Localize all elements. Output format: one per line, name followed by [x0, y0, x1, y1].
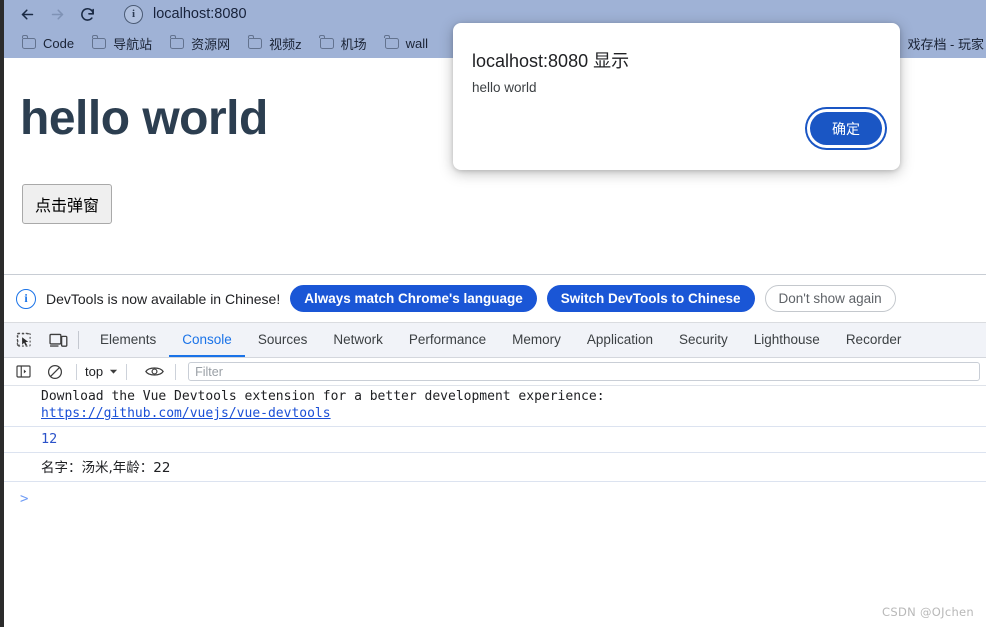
folder-icon [21, 34, 36, 49]
show-popup-button[interactable]: 点击弹窗 [22, 184, 113, 224]
dialog-message: hello world [472, 80, 537, 95]
device-toolbar-icon[interactable] [44, 327, 72, 353]
bookmark-item[interactable]: 机场 [312, 32, 377, 55]
bookmark-label: Code [43, 35, 75, 51]
toolbar-divider [126, 363, 128, 380]
tab-elements[interactable]: Elements [87, 323, 169, 357]
always-match-language-button[interactable]: Always match Chrome's language [290, 285, 537, 312]
switch-devtools-language-button[interactable]: Switch DevTools to Chinese [546, 285, 755, 312]
inspect-element-icon[interactable] [10, 327, 38, 353]
forward-icon[interactable] [42, 1, 72, 27]
folder-icon [384, 34, 399, 49]
console-message-row: 名字：汤米,年龄：22 i [4, 453, 986, 482]
site-info-icon[interactable]: i [124, 4, 143, 24]
bookmark-item-truncated[interactable]: 戏存档 - 玩家 [907, 28, 986, 58]
bookmark-item[interactable]: Code [14, 34, 84, 53]
console-message-row: 12 i [4, 427, 986, 453]
reload-icon[interactable] [72, 1, 102, 27]
watermark: CSDN @OJchen [882, 605, 974, 619]
bookmark-label: 视频z [269, 36, 302, 52]
bookmark-label: wall [405, 35, 429, 51]
tab-lighthouse[interactable]: Lighthouse [741, 323, 833, 357]
folder-icon [247, 34, 263, 49]
clear-console-icon[interactable] [42, 361, 68, 383]
toolbar-divider [175, 363, 177, 380]
tab-sources[interactable]: Sources [245, 323, 321, 357]
tab-console[interactable]: Console [169, 323, 245, 357]
dont-show-again-button[interactable]: Don't show again [764, 285, 896, 312]
devtools-panel: i DevTools is now available in Chinese! … [0, 274, 986, 627]
browser-window: i localhost:8080 Code 导航站 资源网 视频z 机场 wal… [0, 0, 986, 627]
bookmark-item[interactable]: 资源网 [162, 32, 240, 55]
window-left-edge [0, 0, 4, 627]
devtools-tabbar: Elements Console Sources Network Perform… [4, 323, 986, 358]
console-sidebar-icon[interactable] [10, 361, 36, 383]
javascript-alert-dialog: localhost:8080 显示 hello world 确定 [453, 23, 900, 170]
back-icon[interactable] [12, 1, 42, 27]
console-message-value: 12 [41, 431, 58, 447]
dialog-ok-button[interactable]: 确定 [810, 112, 882, 145]
folder-icon [169, 34, 185, 49]
bookmark-item[interactable]: wall [377, 34, 438, 53]
chevron-down-icon [109, 369, 118, 374]
console-message-link[interactable]: https://github.com/vuejs/vue-devtools [41, 406, 331, 421]
console-message-value: 名字：汤米,年龄：22 [41, 460, 171, 476]
folder-icon [91, 34, 107, 49]
console-prompt[interactable]: > [4, 482, 986, 516]
live-expression-eye-icon[interactable] [141, 361, 167, 383]
execution-context-selector[interactable]: top [85, 364, 118, 379]
console-toolbar: top [4, 358, 986, 386]
folder-icon [319, 34, 334, 49]
bookmark-item[interactable]: 视频z [240, 32, 312, 55]
bookmark-label: 导航站 [113, 36, 153, 52]
info-circle-icon: i [16, 288, 36, 309]
console-filter-input[interactable] [188, 362, 980, 381]
bookmark-label: 资源网 [191, 36, 231, 52]
tab-performance[interactable]: Performance [396, 323, 499, 357]
toolbar-divider [78, 331, 79, 349]
tab-network[interactable]: Network [320, 323, 396, 357]
console-message-row: Download the Vue Devtools extension for … [4, 386, 986, 427]
execution-context-label: top [85, 364, 104, 379]
tab-application[interactable]: Application [574, 323, 666, 357]
console-message-text: Download the Vue Devtools extension for … [41, 389, 605, 404]
url-text: localhost:8080 [153, 6, 247, 22]
prompt-caret-icon: > [20, 491, 29, 507]
bookmark-item[interactable]: 导航站 [84, 32, 162, 55]
tab-recorder[interactable]: Recorder [833, 323, 915, 357]
toolbar-divider [76, 363, 77, 380]
tab-memory[interactable]: Memory [499, 323, 574, 357]
dialog-title: localhost:8080 显示 [472, 51, 630, 71]
notice-text: DevTools is now available in Chinese! [46, 290, 281, 307]
console-output: Download the Vue Devtools extension for … [4, 386, 986, 516]
tab-security[interactable]: Security [666, 323, 741, 357]
bookmark-label: 机场 [340, 36, 367, 52]
devtools-language-notice: i DevTools is now available in Chinese! … [4, 274, 986, 323]
